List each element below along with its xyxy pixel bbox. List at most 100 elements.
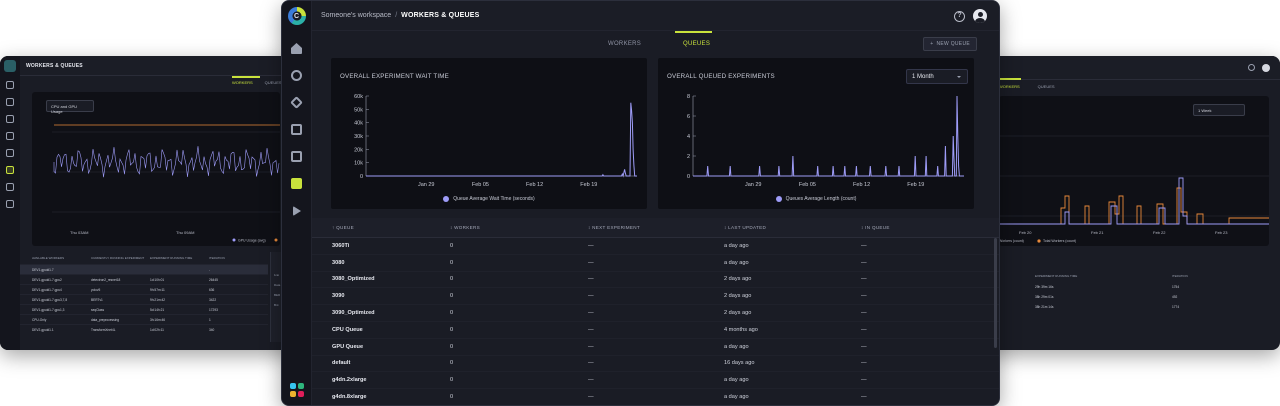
- workers-count: 0: [450, 326, 454, 333]
- page-title: WORKERS & QUEUES: [401, 12, 480, 19]
- sidebar-item-datasets[interactable]: [282, 89, 311, 116]
- table-row[interactable]: CPU Queue 0 — 4 months ago —: [312, 322, 999, 339]
- right-x-tick: Feb 22: [1153, 230, 1166, 235]
- left-table-header: AVAILABLE WORKERS CURRENTLY RUNNING EXPE…: [32, 256, 225, 260]
- home-icon: [291, 43, 302, 54]
- sidebar-item-applications[interactable]: [282, 197, 311, 224]
- workers-count: 0: [450, 310, 454, 317]
- queue-name: 3090: [332, 293, 345, 300]
- queue-name: CPU Queue: [332, 326, 363, 333]
- breadcrumb-workspace[interactable]: Someone's workspace: [321, 12, 391, 19]
- left-sidebar: [0, 56, 20, 350]
- col-header-in-queue[interactable]: ↕ IN QUEUE: [861, 225, 890, 230]
- x-tick-label: Feb 12: [526, 182, 543, 188]
- table-row[interactable]: 3080 0 — a day ago —: [312, 255, 999, 272]
- right-x-tick: Feb 21: [1091, 230, 1104, 235]
- col-header-next-experiment[interactable]: ↕ NEXT EXPERIMENT: [588, 225, 640, 230]
- breadcrumb: Someone's workspace / WORKERS & QUEUES: [321, 12, 479, 19]
- right-tab-indicator: [999, 78, 1021, 80]
- next-experiment: —: [588, 377, 594, 384]
- user-avatar[interactable]: [973, 9, 987, 23]
- right-legend-workers: Workers (count): [999, 239, 1024, 243]
- left-table-row: CPU-Only data_preprocessing 3h:16m:46 1: [20, 314, 268, 324]
- help-icon[interactable]: ?: [954, 11, 965, 22]
- play-icon: [6, 200, 14, 208]
- pipeline-icon: [291, 124, 302, 135]
- queued-experiments-chart: OVERALL QUEUED EXPERIMENTS 1 Month 86420…: [658, 58, 974, 209]
- y-tick-label: 6: [687, 114, 690, 120]
- table-row[interactable]: g4dn.2xlarge 0 — a day ago —: [312, 372, 999, 390]
- left-table-row: DEV1-gpuid1-7.gpu3,7,8 BERTv1 9h:21m:42 342…: [20, 294, 268, 304]
- right-table-header: EXPERIMENT RUNNING TIME ITERATION: [1035, 274, 1188, 278]
- in-queue: —: [861, 343, 867, 350]
- right-tab-workers: WORKERS: [999, 84, 1020, 89]
- table-row[interactable]: 3080_Optimized 0 — 2 days ago —: [312, 272, 999, 289]
- in-queue: —: [861, 360, 867, 367]
- table-row[interactable]: 3060Ti 0 — a day ago —: [312, 238, 999, 255]
- sidebar-item-projects[interactable]: [282, 62, 311, 89]
- sidebar-item-workers-queues[interactable]: [282, 170, 311, 197]
- wait-time-chart: OVERALL EXPERIMENT WAIT TIME 60k 50k 40k 30…: [331, 58, 647, 209]
- col-header-workers[interactable]: ↕ WORKERS: [450, 225, 480, 230]
- next-experiment: —: [588, 276, 594, 283]
- table-row[interactable]: 3090_Optimized 0 — 2 days ago —: [312, 305, 999, 322]
- next-experiment: —: [588, 293, 594, 300]
- sidebar-item-home[interactable]: [282, 35, 311, 62]
- queued-experiments-legend: Queues Average Length (count): [658, 196, 974, 202]
- layers-icon: [6, 115, 14, 123]
- workers-count: 0: [450, 394, 454, 401]
- col-header-last-updated[interactable]: ↕ LAST UPDATED: [724, 225, 766, 230]
- queue-name: 3090_Optimized: [332, 310, 375, 317]
- y-tick-label: 20k: [354, 147, 363, 153]
- y-tick-label: 8: [687, 94, 690, 100]
- table-row[interactable]: 3090 0 — 2 days ago —: [312, 288, 999, 306]
- tab-workers[interactable]: WORKERS: [608, 41, 641, 47]
- series-line: [693, 95, 964, 177]
- x-tick-label: Jan 29: [745, 182, 762, 188]
- table-scrollbar[interactable]: [994, 238, 997, 348]
- left-x-tick: Thu 03AM: [70, 230, 88, 235]
- y-tick-label: 4: [687, 134, 690, 140]
- main-window: C Someone's workspace / WORKERS & QUEUES ?…: [281, 0, 1000, 406]
- tab-bar: WORKERS QUEUES + NEW QUEUE: [312, 31, 999, 57]
- next-experiment: —: [588, 343, 594, 350]
- table-row[interactable]: GPU Queue 0 — a day ago —: [312, 339, 999, 356]
- left-table-row: DEV2-gpuid1.1 TransformXnet4L 1d:02h:11 340: [20, 324, 268, 334]
- pipeline-icon: [6, 132, 14, 140]
- tab-queues[interactable]: QUEUES: [683, 41, 710, 47]
- clearml-logo-icon[interactable]: C: [287, 7, 306, 25]
- y-tick-label: 50k: [354, 107, 363, 113]
- next-experiment: —: [588, 360, 594, 367]
- left-metric-select: CPU and GPU Usage: [46, 100, 94, 114]
- y-tick-label: 0: [687, 174, 690, 180]
- plus-icon: +: [930, 41, 934, 47]
- next-experiment: —: [588, 394, 594, 401]
- brain-icon: [291, 70, 302, 81]
- left-table-row: DEV1-gpuid1-7.gpu2 detectron2_resnet18 1d:…: [20, 274, 268, 284]
- sidebar-item-reports[interactable]: [282, 143, 311, 170]
- slack-icon[interactable]: [290, 383, 304, 397]
- y-tick-label: 2: [687, 154, 690, 160]
- table-row[interactable]: default 0 — 16 days ago —: [312, 356, 999, 373]
- sidebar-item-pipelines[interactable]: [282, 116, 311, 143]
- col-header-queue[interactable]: ↑ QUEUE: [332, 225, 354, 230]
- workers-icon: [6, 166, 14, 174]
- last-updated: 4 months ago: [724, 326, 758, 333]
- left-table-row: DEV1-gpuid1-7.gpu4 yolov5 9h:57m:11 636: [20, 284, 268, 294]
- chart-icon: [6, 183, 14, 191]
- new-queue-button[interactable]: + NEW QUEUE: [923, 37, 977, 51]
- in-queue: —: [861, 394, 867, 401]
- left-tab-workers: WORKERS: [232, 80, 253, 85]
- legend-dot: [775, 196, 782, 202]
- right-tab-queues: QUEUES: [1037, 84, 1055, 89]
- workers-icon: [291, 178, 302, 189]
- report-icon: [6, 149, 14, 157]
- x-tick-label: Feb 19: [907, 182, 924, 188]
- last-updated: 16 days ago: [724, 360, 755, 367]
- y-tick-label: 30k: [354, 134, 363, 140]
- left-header: WORKERS & QUEUES: [20, 56, 300, 76]
- x-tick-label: Feb 05: [799, 182, 816, 188]
- table-row[interactable]: g4dn.8xlarge 0 — a day ago —: [312, 389, 999, 405]
- right-x-tick: Feb 23: [1215, 230, 1228, 235]
- gear-icon: [6, 98, 14, 106]
